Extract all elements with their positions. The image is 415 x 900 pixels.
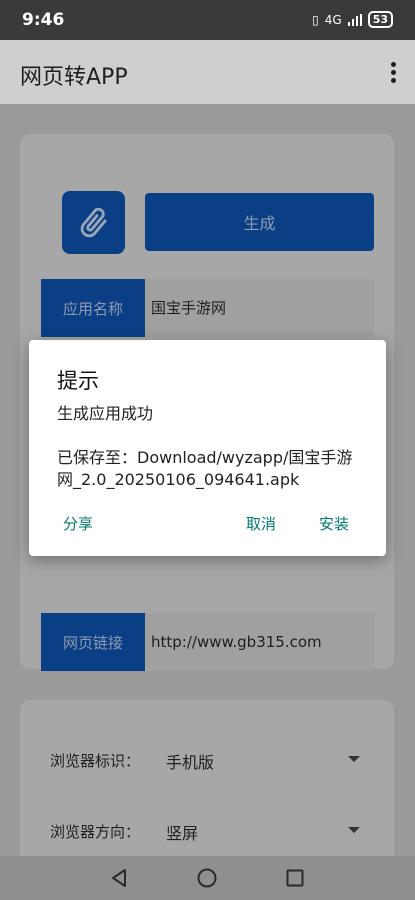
signal-icon xyxy=(347,13,362,26)
app-name-label: 应用名称 xyxy=(41,279,145,337)
url-input[interactable]: http://www.gb315.com xyxy=(151,613,322,671)
back-icon[interactable] xyxy=(107,866,131,890)
app-name-field[interactable]: 应用名称 国宝手游网 xyxy=(41,279,374,337)
vibrate-icon: ▯ xyxy=(312,12,319,27)
dialog-title: 提示 xyxy=(57,369,99,393)
dropdown-arrow-icon[interactable] xyxy=(348,756,360,762)
app-title: 网页转APP xyxy=(20,65,128,90)
recents-icon[interactable] xyxy=(283,866,307,890)
orientation-label: 浏览器方向： xyxy=(50,823,141,841)
app-bar: 网页转APP xyxy=(0,40,415,104)
url-label: 网页链接 xyxy=(41,613,145,671)
install-button[interactable]: 安装 xyxy=(319,513,349,534)
ua-select[interactable]: 浏览器标识： 手机版 xyxy=(50,740,360,780)
attach-button[interactable] xyxy=(62,191,125,254)
dropdown-arrow-icon[interactable] xyxy=(348,827,360,833)
cancel-button[interactable]: 取消 xyxy=(246,513,276,534)
ua-value[interactable]: 手机版 xyxy=(166,749,214,773)
share-button[interactable]: 分享 xyxy=(63,513,93,534)
generate-button[interactable]: 生成 xyxy=(145,193,374,251)
paperclip-icon xyxy=(80,207,106,237)
battery-icon: 53 xyxy=(367,11,393,28)
dialog-message-line1: 生成应用成功 xyxy=(57,404,154,423)
network-type: 4G xyxy=(324,12,342,27)
app-name-input[interactable]: 国宝手游网 xyxy=(151,279,226,337)
dialog-message-line2: 已保存至：Download/wyzapp/国宝手游网_2.0_20250106_… xyxy=(57,448,353,489)
status-icons: ▯ 4G 53 xyxy=(312,11,393,28)
orientation-select[interactable]: 浏览器方向： 竖屏 xyxy=(50,811,360,851)
ua-label: 浏览器标识： xyxy=(50,752,141,770)
status-bar: 9:46 ▯ 4G 53 xyxy=(0,0,415,40)
home-icon[interactable] xyxy=(195,866,219,890)
success-dialog: 提示 生成应用成功 已保存至：Download/wyzapp/国宝手游网_2.0… xyxy=(29,340,386,556)
status-time: 9:46 xyxy=(22,10,65,30)
orientation-value[interactable]: 竖屏 xyxy=(166,820,198,844)
navigation-bar xyxy=(0,856,415,900)
dialog-message: 生成应用成功 已保存至：Download/wyzapp/国宝手游网_2.0_20… xyxy=(57,403,367,491)
url-field[interactable]: 网页链接 http://www.gb315.com xyxy=(41,613,374,671)
more-vert-icon[interactable] xyxy=(391,62,397,84)
